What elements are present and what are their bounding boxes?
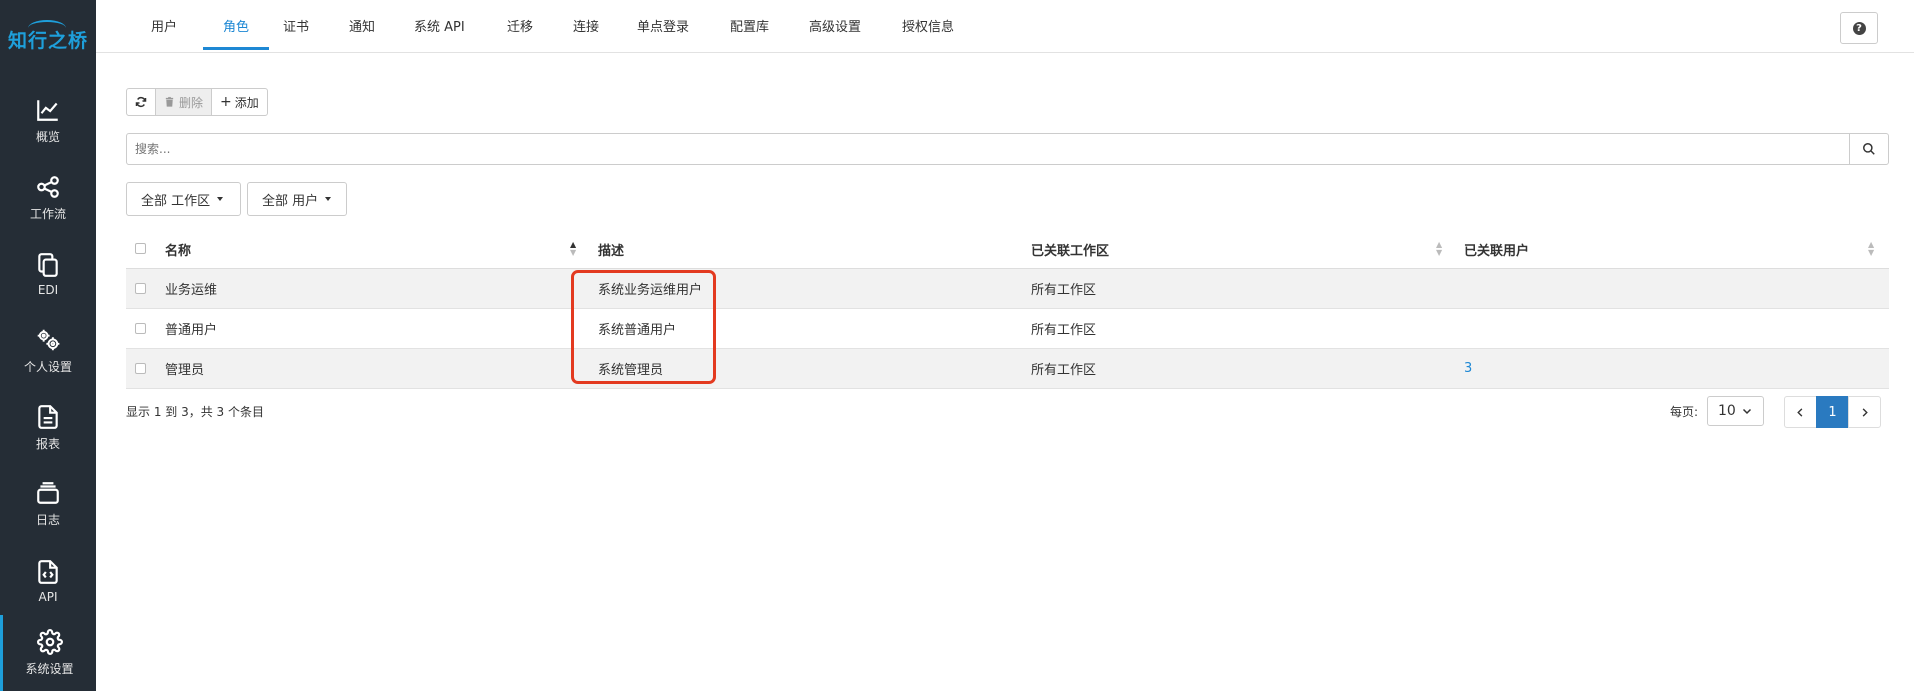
sidebar-item-reports[interactable]: 报表 <box>0 390 96 466</box>
chart-line-icon <box>37 100 58 121</box>
role-users-count[interactable]: 3 <box>1464 349 1472 388</box>
search-bar <box>126 133 1889 165</box>
add-button[interactable]: + 添加 <box>211 88 268 116</box>
table-row[interactable]: 业务运维 系统业务运维用户 所有工作区 <box>126 269 1889 309</box>
page-button[interactable]: 1 <box>1816 396 1849 428</box>
plus-icon: + <box>220 94 232 110</box>
toolbar: 删除 + 添加 <box>126 88 268 116</box>
delete-label: 删除 <box>179 95 204 110</box>
row-checkbox[interactable] <box>135 362 146 374</box>
search-button[interactable] <box>1849 134 1888 164</box>
table-row[interactable]: 普通用户 系统普通用户 所有工作区 <box>126 309 1889 349</box>
sidebar-item-personal-settings[interactable]: 个人设置 <box>0 313 96 389</box>
top-tabs: 用户 角色 证书 通知 系统 API 迁移 连接 单点登录 配置库 高级设置 授… <box>96 0 1914 53</box>
table-header-row: 名称 ▲ ▼ 描述 已关联工作区 ▲ ▼ 已关联用户 ▲ ▼ <box>126 230 1889 269</box>
tab-system-api[interactable]: 系统 API <box>394 0 485 50</box>
refresh-button[interactable] <box>126 88 156 116</box>
sidebar: 知行之桥 概览 工作流 EDI 个人设置 报表 日志 API 系统设置 <box>0 0 96 691</box>
sidebar-item-label: 系统设置 <box>25 662 74 676</box>
logo-text: 知行之桥 <box>7 29 88 52</box>
column-header-workspaces[interactable]: 已关联工作区 <box>1031 230 1109 268</box>
table-row[interactable]: 管理员 系统管理员 所有工作区 3 <box>126 349 1889 389</box>
tab-certificates[interactable]: 证书 <box>263 0 329 50</box>
gear-icon <box>36 629 63 655</box>
sidebar-item-label: 个人设置 <box>23 360 72 374</box>
role-name[interactable]: 普通用户 <box>165 309 217 348</box>
sort-icon[interactable]: ▲ ▼ <box>1868 241 1874 257</box>
sidebar-item-workflow[interactable]: 工作流 <box>0 160 96 236</box>
caret-down-icon <box>325 197 332 201</box>
copy-files-icon <box>38 252 58 277</box>
workspace-filter-dropdown[interactable]: 全部 工作区 <box>126 182 241 216</box>
trash-icon <box>165 96 174 107</box>
chevron-down-icon <box>1742 408 1752 415</box>
search-input[interactable] <box>127 134 1849 164</box>
prev-page-button[interactable] <box>1784 396 1817 428</box>
file-code-icon <box>38 559 58 584</box>
role-name[interactable]: 管理员 <box>165 349 204 388</box>
per-page-value: 10 <box>1718 403 1736 419</box>
share-nodes-icon <box>37 176 59 198</box>
row-checkbox[interactable] <box>135 282 146 294</box>
user-filter-dropdown[interactable]: 全部 用户 <box>247 182 347 216</box>
tab-advanced[interactable]: 高级设置 <box>789 0 881 50</box>
sidebar-item-logs[interactable]: 日志 <box>0 466 96 542</box>
tab-config-repo[interactable]: 配置库 <box>710 0 789 50</box>
sidebar-item-label: 报表 <box>35 437 60 451</box>
sidebar-item-label: 工作流 <box>29 207 66 221</box>
per-page-label: 每页: <box>1670 405 1699 419</box>
help-button[interactable]: ? <box>1840 12 1878 44</box>
sort-icon[interactable]: ▲ ▼ <box>570 241 576 257</box>
tab-roles[interactable]: 角色 <box>203 0 270 50</box>
cogs-icon <box>37 329 60 351</box>
role-workspaces: 所有工作区 <box>1031 283 1097 298</box>
sidebar-item-label: EDI <box>37 282 59 297</box>
tab-license[interactable]: 授权信息 <box>882 0 974 50</box>
column-header-users[interactable]: 已关联用户 <box>1464 230 1529 268</box>
sidebar-item-edi[interactable]: EDI <box>0 236 96 312</box>
chevron-left-icon <box>1797 407 1803 417</box>
sidebar-item-label: 概览 <box>35 130 60 144</box>
sort-icon[interactable]: ▲ ▼ <box>1436 241 1442 257</box>
table-info: 显示 1 到 3，共 3 个条目 <box>126 405 264 419</box>
workspace-filter-label: 全部 工作区 <box>141 193 211 209</box>
add-label: 添加 <box>234 95 259 110</box>
per-page-select[interactable]: 10 <box>1707 396 1764 426</box>
refresh-icon <box>135 97 147 107</box>
role-name[interactable]: 业务运维 <box>165 269 217 308</box>
chevron-right-icon <box>1862 407 1868 417</box>
annotation-highlight-box <box>571 270 716 384</box>
pagination: 1 <box>1784 396 1881 428</box>
sidebar-item-overview[interactable]: 概览 <box>0 83 96 159</box>
user-filter-label: 全部 用户 <box>262 193 319 209</box>
tab-users[interactable]: 用户 <box>131 0 197 50</box>
sidebar-item-label: 日志 <box>35 513 60 527</box>
file-report-icon <box>38 405 58 429</box>
question-icon: ? <box>1852 21 1866 35</box>
tab-notifications[interactable]: 通知 <box>329 0 395 50</box>
select-all-checkbox[interactable] <box>135 243 146 254</box>
search-icon <box>1863 143 1875 155</box>
sidebar-item-system-settings[interactable]: 系统设置 <box>0 615 96 691</box>
log-stack-icon <box>37 482 59 504</box>
role-workspaces: 所有工作区 <box>1031 323 1097 338</box>
sidebar-item-api[interactable]: API <box>0 543 96 619</box>
row-checkbox[interactable] <box>135 322 146 334</box>
column-header-description[interactable]: 描述 <box>598 230 624 268</box>
logo[interactable]: 知行之桥 <box>0 0 96 78</box>
role-workspaces: 所有工作区 <box>1031 363 1097 378</box>
next-page-button[interactable] <box>1848 396 1881 428</box>
delete-button[interactable]: 删除 <box>155 88 213 116</box>
caret-down-icon <box>217 197 224 201</box>
sidebar-item-label: API <box>38 589 58 604</box>
tab-migration[interactable]: 迁移 <box>487 0 553 50</box>
tab-sso[interactable]: 单点登录 <box>617 0 709 50</box>
tab-connections[interactable]: 连接 <box>553 0 619 50</box>
roles-table: 名称 ▲ ▼ 描述 已关联工作区 ▲ ▼ 已关联用户 ▲ ▼ 业务运维 系统业务运维用… <box>126 230 1889 389</box>
column-header-name[interactable]: 名称 <box>165 230 191 268</box>
